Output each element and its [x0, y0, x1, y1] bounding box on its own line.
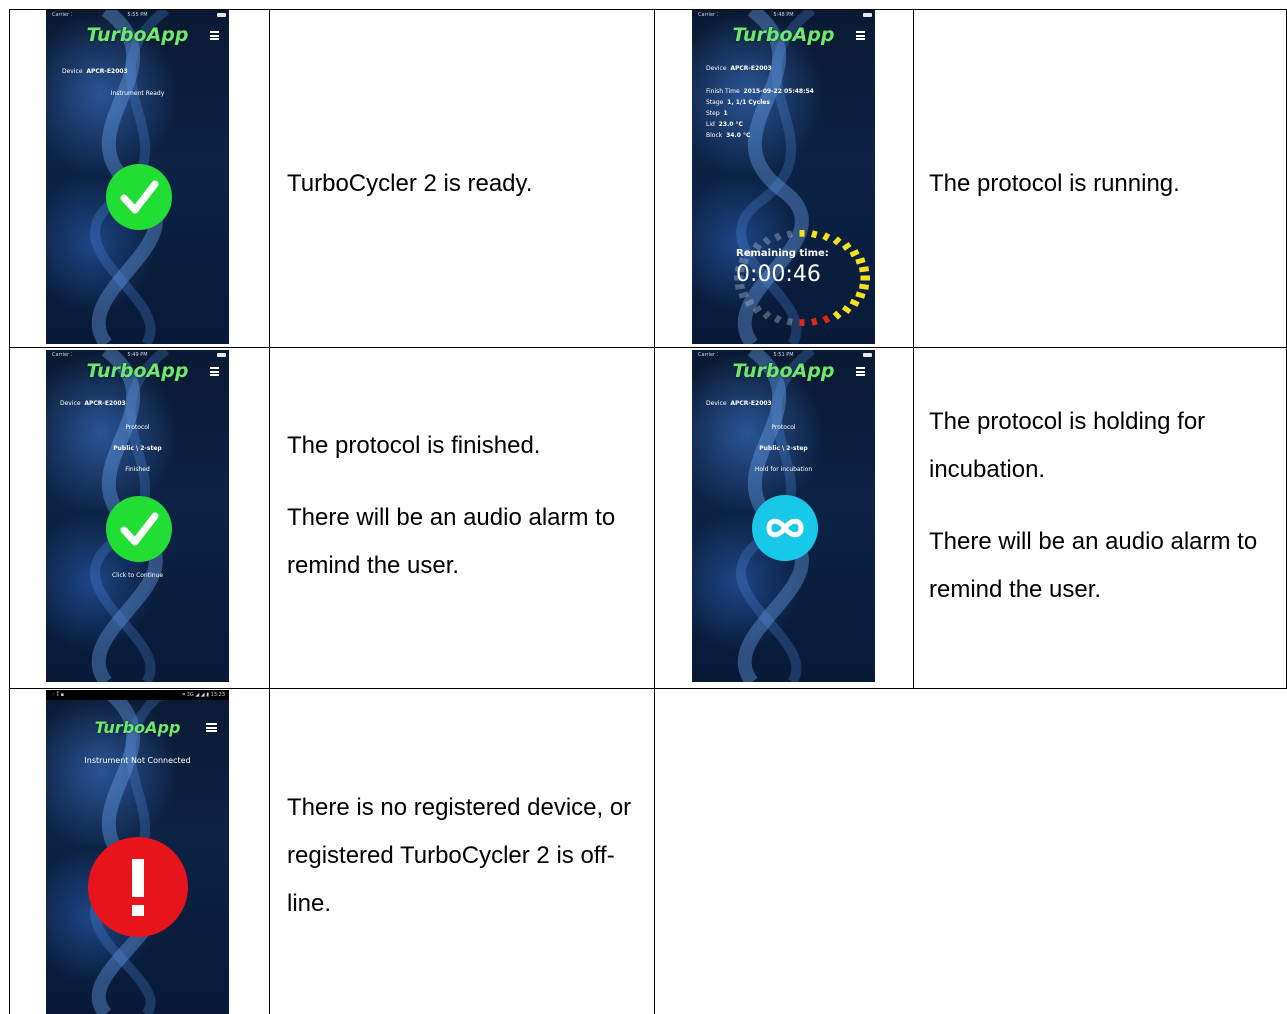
gauge-tick: [822, 314, 831, 324]
gauge-tick: [752, 305, 763, 314]
error-badge: [88, 837, 188, 937]
phone-screenshot-finished: Carrier ⁚ 5:49 PM TurboApp Device APCR-E…: [46, 350, 229, 682]
app-title: TurboApp: [732, 24, 835, 46]
app-title: TurboApp: [86, 360, 189, 382]
app-title: TurboApp: [732, 360, 835, 382]
protocol-state: Hold for incubation: [754, 466, 813, 473]
remaining-time-label: Remaining time:: [736, 248, 829, 259]
gauge-tick: [811, 230, 818, 239]
click-to-continue-link[interactable]: Click to Continue: [46, 572, 229, 579]
app-title: TurboApp: [86, 24, 189, 46]
status-bar: Carrier ⁚ 5:48 PM: [692, 10, 875, 20]
hamburger-menu-icon[interactable]: [856, 31, 865, 40]
gauge-tick: [773, 232, 782, 242]
gauge-tick: [822, 232, 831, 242]
detail-step: Step 1: [706, 110, 728, 117]
phone-screenshot-running: Carrier ⁚ 5:48 PM TurboApp Device APCR-E…: [692, 10, 875, 344]
holding-badge: [752, 495, 818, 561]
table-divider: [9, 347, 1287, 348]
table-divider: [913, 9, 914, 689]
gauge-tick: [786, 230, 793, 239]
description-not-connected: There is no registered device, or regist…: [287, 794, 632, 917]
phone-screenshot-not-connected: ◦ ⁑ ▪ ⌗ 3G ◢ ◢ ▮ 13:23 TurboApp Instrume…: [46, 690, 229, 1014]
finished-badge: [106, 496, 172, 562]
status-bar: Carrier ⁚ 5:51 PM: [692, 350, 875, 360]
detail-lid: Lid 23.0 °C: [706, 121, 743, 128]
hamburger-menu-icon[interactable]: [210, 31, 219, 40]
checkmark-icon: [120, 180, 159, 214]
table-divider: [9, 688, 1287, 689]
status-message: Instrument Not Connected: [84, 756, 191, 765]
gauge-tick: [832, 310, 842, 320]
gauge-tick: [738, 291, 749, 299]
status-bar: Carrier ⁚ 5:55 PM: [46, 10, 229, 20]
app-title: TurboApp: [94, 718, 181, 737]
status-bar: Carrier ⁚ 5:49 PM: [46, 350, 229, 360]
hamburger-menu-icon[interactable]: [210, 367, 219, 376]
description-ready: TurboCycler 2 is ready.: [287, 170, 533, 197]
gauge-tick: [855, 257, 866, 265]
device-line: Device APCR-E2003: [706, 65, 772, 72]
gauge-tick: [841, 242, 852, 251]
gauge-tick: [832, 236, 842, 246]
gauge-tick: [849, 298, 860, 307]
status-message: Instrument Ready: [110, 90, 165, 97]
description-holding: The protocol is holding for incubation. …: [929, 408, 1258, 603]
protocol-heading: Protocol: [771, 424, 796, 431]
battery-icon: [863, 13, 872, 17]
gauge-tick: [762, 310, 772, 320]
battery-icon: [863, 353, 872, 357]
gauge-tick: [744, 298, 755, 307]
gauge-tick: [811, 317, 818, 326]
protocol-name: Public \ 2-step: [113, 445, 162, 452]
detail-block: Block 34.0 °C: [706, 132, 751, 139]
gauge-tick: [859, 266, 870, 273]
exclamation-icon: [132, 859, 144, 916]
table-divider: [654, 9, 655, 1014]
gauge-tick: [841, 305, 852, 314]
gauge-tick: [762, 236, 772, 246]
checkmark-icon: [120, 512, 159, 546]
device-line: Device APCR-E2003: [706, 400, 772, 407]
device-line: Device APCR-E2003: [62, 68, 128, 75]
status-bar: ◦ ⁑ ▪ ⌗ 3G ◢ ◢ ▮ 13:23: [46, 690, 229, 700]
gauge-tick: [773, 314, 782, 324]
description-running: The protocol is running.: [929, 170, 1180, 197]
remaining-time-value: 0:00:46: [736, 262, 821, 287]
phone-screenshot-holding: Carrier ⁚ 5:51 PM TurboApp Device APCR-E…: [692, 350, 875, 682]
table-divider: [269, 9, 270, 1014]
protocol-heading: Protocol: [125, 424, 150, 431]
phone-screenshot-ready: Carrier ⁚ 5:55 PM TurboApp Device APCR-E…: [46, 10, 229, 344]
gauge-tick: [859, 283, 870, 290]
detail-stage: Stage 1, 1/1 Cycles: [706, 99, 770, 106]
ready-badge: [106, 164, 172, 230]
protocol-state: Finished: [125, 466, 150, 473]
infinity-icon: [766, 518, 804, 538]
gauge-tick: [786, 317, 793, 326]
battery-icon: [217, 353, 226, 357]
description-finished: The protocol is finished. There will be …: [287, 432, 616, 579]
protocol-name: Public \ 2-step: [759, 445, 808, 452]
gauge-tick: [849, 249, 860, 258]
gauge-tick: [855, 291, 866, 299]
detail-finish-time: Finish Time 2015-09-22 05:48:54: [706, 88, 814, 95]
hamburger-menu-icon[interactable]: [206, 723, 217, 732]
hamburger-menu-icon[interactable]: [856, 367, 865, 376]
device-line: Device APCR-E2003: [60, 400, 126, 407]
battery-icon: [217, 13, 226, 17]
